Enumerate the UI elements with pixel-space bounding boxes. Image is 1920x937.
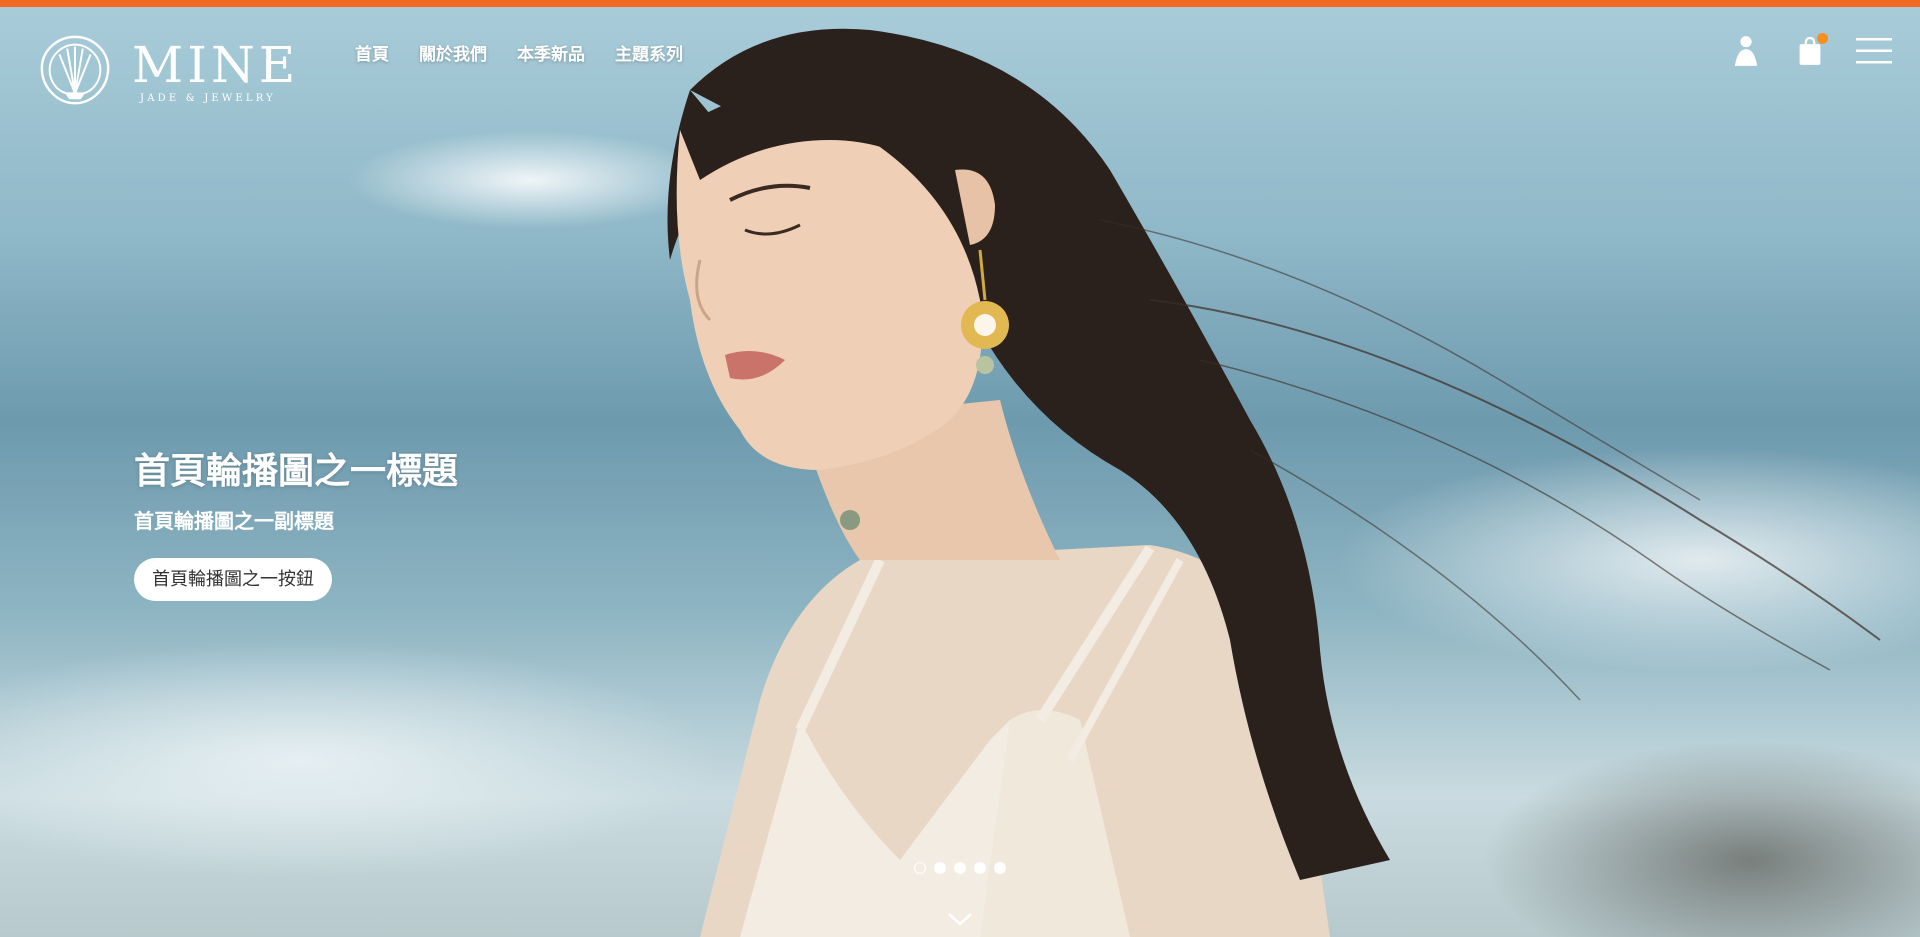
carousel-dot-5[interactable]: [994, 862, 1006, 874]
site-header: MINE JADE & JEWELRY 首頁 關於我們 本季新品 主題系列: [0, 7, 1920, 107]
account-button[interactable]: [1728, 33, 1764, 69]
header-icons: [1728, 33, 1892, 69]
brand-tagline: JADE & JEWELRY: [140, 93, 276, 104]
carousel-pagination: [914, 862, 1006, 874]
carousel-dot-4[interactable]: [974, 862, 986, 874]
slide-caption: 首頁輪播圖之一標題 首頁輪播圖之一副標題 首頁輪播圖之一按鈕: [134, 446, 458, 601]
hero-carousel: MINE JADE & JEWELRY 首頁 關於我們 本季新品 主題系列 首頁…: [0, 0, 1920, 937]
carousel-dot-3[interactable]: [954, 862, 966, 874]
shell-logo-icon: [40, 35, 110, 105]
cart-badge: [1817, 33, 1828, 44]
nav-item-new-arrivals[interactable]: 本季新品: [517, 40, 585, 65]
menu-button[interactable]: [1856, 33, 1892, 69]
top-accent-bar: [0, 0, 1920, 7]
carousel-dot-2[interactable]: [934, 862, 946, 874]
slide-cta-button[interactable]: 首頁輪播圖之一按鈕: [134, 558, 332, 601]
user-icon: [1734, 36, 1758, 66]
brand-name: MINE: [132, 36, 300, 94]
logo-wordmark: MINE JADE & JEWELRY: [132, 39, 299, 104]
slide-title: 首頁輪播圖之一標題: [134, 450, 459, 492]
slide-subtitle: 首頁輪播圖之一副標題: [134, 509, 334, 533]
cart-button[interactable]: [1792, 33, 1828, 69]
hamburger-menu-icon: [1856, 38, 1892, 64]
chevron-down-icon[interactable]: [946, 908, 974, 930]
nav-item-home[interactable]: 首頁: [355, 40, 389, 65]
site-logo[interactable]: MINE JADE & JEWELRY: [36, 31, 295, 115]
nav-item-about[interactable]: 關於我們: [419, 40, 487, 65]
main-nav: 首頁 關於我們 本季新品 主題系列: [355, 40, 683, 65]
carousel-dot-1[interactable]: [914, 862, 926, 874]
nav-item-collections[interactable]: 主題系列: [615, 40, 683, 65]
